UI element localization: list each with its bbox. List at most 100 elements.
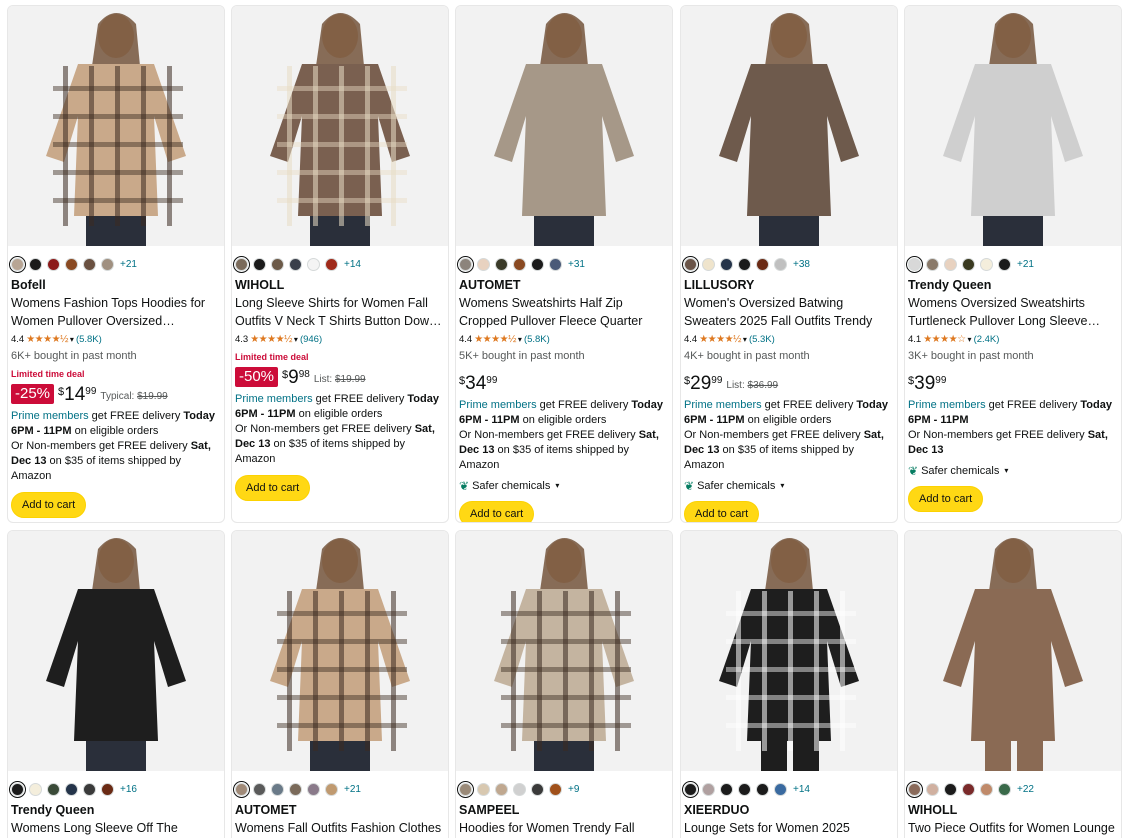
color-swatch[interactable] <box>101 782 114 796</box>
color-swatch[interactable] <box>682 255 699 273</box>
color-swatch[interactable] <box>944 257 957 271</box>
add-to-cart-button[interactable]: Add to cart <box>908 486 984 512</box>
color-swatch[interactable] <box>325 782 338 796</box>
product-image[interactable] <box>905 531 1121 771</box>
color-swatch[interactable] <box>289 257 302 271</box>
color-swatch[interactable] <box>83 257 96 271</box>
prime-members-link[interactable]: Prime members <box>684 399 762 411</box>
color-swatch[interactable] <box>253 782 266 796</box>
more-colors-link[interactable]: +21 <box>120 259 137 270</box>
color-swatch[interactable] <box>998 257 1011 271</box>
color-swatch[interactable] <box>702 782 715 796</box>
color-swatch[interactable] <box>477 257 490 271</box>
add-to-cart-button[interactable]: Add to cart <box>459 501 535 522</box>
color-swatch[interactable] <box>307 257 320 271</box>
color-swatch[interactable] <box>998 782 1011 796</box>
product-card[interactable]: +22 WIHOLL Two Piece Outfits for Women Lou… <box>904 530 1122 838</box>
color-swatch[interactable] <box>702 257 715 271</box>
add-to-cart-button[interactable]: Add to cart <box>684 501 760 522</box>
add-to-cart-button[interactable]: Add to cart <box>235 475 311 501</box>
chevron-down-icon[interactable]: ▾ <box>70 335 74 344</box>
color-swatch[interactable] <box>926 782 939 796</box>
more-colors-link[interactable]: +31 <box>568 259 585 270</box>
review-count-link[interactable]: (5.3K) <box>749 334 775 345</box>
product-title-link[interactable]: Women's Oversized Batwing Sweaters 2025 … <box>684 294 896 330</box>
color-swatch[interactable] <box>29 782 42 796</box>
color-swatch[interactable] <box>944 782 957 796</box>
product-image[interactable] <box>681 531 897 771</box>
chevron-down-icon[interactable]: ▾ <box>294 335 298 344</box>
color-swatch[interactable] <box>906 255 923 273</box>
price[interactable]: $14 99 <box>58 385 96 404</box>
color-swatch[interactable] <box>549 782 562 796</box>
price[interactable]: $9 98 <box>282 368 310 387</box>
review-count-link[interactable]: (946) <box>300 334 322 345</box>
product-card[interactable]: +21 Bofell Womens Fashion Tops Hoodies for… <box>7 5 225 523</box>
safer-chemicals-toggle[interactable]: ❦ Safer chemicals ▾ <box>459 478 671 493</box>
color-swatch[interactable] <box>477 782 490 796</box>
chevron-down-icon[interactable]: ▾ <box>743 335 747 344</box>
color-swatch[interactable] <box>233 780 250 798</box>
product-image[interactable] <box>905 6 1121 246</box>
color-swatch[interactable] <box>101 257 114 271</box>
color-swatch[interactable] <box>271 782 284 796</box>
price[interactable]: $39 99 <box>908 374 946 393</box>
chevron-down-icon[interactable]: ▾ <box>968 335 972 344</box>
more-colors-link[interactable]: +14 <box>793 784 810 795</box>
color-swatch[interactable] <box>495 782 508 796</box>
product-card[interactable]: +31 AUTOMET Womens Sweatshirts Half Zip Cr… <box>455 5 673 523</box>
color-swatch[interactable] <box>29 257 42 271</box>
color-swatch[interactable] <box>271 257 284 271</box>
product-title-link[interactable]: Womens Sweatshirts Half Zip Cropped Pull… <box>459 294 671 330</box>
more-colors-link[interactable]: +21 <box>1017 259 1034 270</box>
color-swatch[interactable] <box>774 257 787 271</box>
prime-members-link[interactable]: Prime members <box>908 399 986 411</box>
product-image[interactable] <box>8 531 224 771</box>
product-title-link[interactable]: Womens Fall Outfits Fashion Clothes <box>235 819 447 838</box>
color-swatch[interactable] <box>457 255 474 273</box>
rating-row[interactable]: 4.4 ★★★★½ ▾ (5.8K) <box>459 333 671 346</box>
review-count-link[interactable]: (5.8K) <box>76 334 102 345</box>
product-card[interactable]: +16 Trendy Queen Womens Long Sleeve Off Th… <box>7 530 225 838</box>
product-image[interactable] <box>8 6 224 246</box>
color-swatch[interactable] <box>962 782 975 796</box>
product-title-link[interactable]: Two Piece Outfits for Women Lounge <box>908 819 1120 838</box>
product-card[interactable]: +14 XIEERDUO Lounge Sets for Women 2025 <box>680 530 898 838</box>
product-title-link[interactable]: Womens Long Sleeve Off The <box>11 819 223 838</box>
color-swatch[interactable] <box>47 782 60 796</box>
color-swatch[interactable] <box>495 257 508 271</box>
rating-row[interactable]: 4.4 ★★★★½ ▾ (5.8K) <box>11 333 223 346</box>
color-swatch[interactable] <box>756 257 769 271</box>
product-card[interactable]: +9 SAMPEEL Hoodies for Women Trendy Fall <box>455 530 673 838</box>
color-swatch[interactable] <box>65 782 78 796</box>
product-title-link[interactable]: Lounge Sets for Women 2025 <box>684 819 896 838</box>
color-swatch[interactable] <box>233 255 250 273</box>
color-swatch[interactable] <box>682 780 699 798</box>
color-swatch[interactable] <box>325 257 338 271</box>
more-colors-link[interactable]: +21 <box>344 784 361 795</box>
product-image[interactable] <box>456 531 672 771</box>
color-swatch[interactable] <box>531 782 544 796</box>
color-swatch[interactable] <box>980 782 993 796</box>
color-swatch[interactable] <box>65 257 78 271</box>
product-title-link[interactable]: Long Sleeve Shirts for Women Fall Outfit… <box>235 294 447 330</box>
color-swatch[interactable] <box>83 782 96 796</box>
prime-members-link[interactable]: Prime members <box>11 410 89 422</box>
color-swatch[interactable] <box>253 257 266 271</box>
product-card[interactable]: +21 Trendy Queen Womens Oversized Sweatshi… <box>904 5 1122 523</box>
price[interactable]: $29 99 <box>684 374 722 393</box>
product-image[interactable] <box>232 6 448 246</box>
safer-chemicals-toggle[interactable]: ❦ Safer chemicals ▾ <box>908 463 1120 478</box>
add-to-cart-button[interactable]: Add to cart <box>11 492 87 518</box>
rating-row[interactable]: 4.3 ★★★★½ ▾ (946) <box>235 333 447 346</box>
product-title-link[interactable]: Hoodies for Women Trendy Fall <box>459 819 671 838</box>
color-swatch[interactable] <box>738 782 751 796</box>
color-swatch[interactable] <box>513 782 526 796</box>
color-swatch[interactable] <box>926 257 939 271</box>
more-colors-link[interactable]: +22 <box>1017 784 1034 795</box>
color-swatch[interactable] <box>9 255 26 273</box>
more-colors-link[interactable]: +38 <box>793 259 810 270</box>
product-card[interactable]: +21 AUTOMET Womens Fall Outfits Fashion Cl… <box>231 530 449 838</box>
color-swatch[interactable] <box>720 257 733 271</box>
product-image[interactable] <box>681 6 897 246</box>
